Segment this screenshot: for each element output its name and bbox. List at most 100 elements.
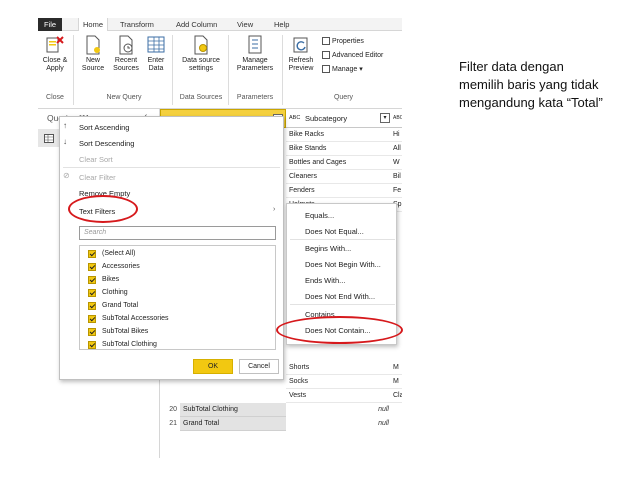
checkbox[interactable] [88, 263, 96, 271]
table-cell[interactable]: Cla [392, 389, 402, 403]
table-cell[interactable]: Bike Stands [286, 142, 392, 156]
checklist-item[interactable]: (Select All) [102, 250, 135, 257]
submenu-item-does-not-begin-with[interactable]: Does Not Begin With... [305, 260, 381, 269]
recent-sources-label: Recent Sources [113, 57, 139, 72]
table-cell[interactable]: Socks [286, 375, 392, 389]
refresh-icon [293, 37, 308, 53]
annotation-ellipse-text-filters [68, 195, 138, 223]
checkbox[interactable] [88, 341, 96, 349]
filter-dropdown-menu: ↑ Sort Ascending ↓ Sort Descending Clear… [59, 116, 284, 380]
sort-ascending-item[interactable]: Sort Ascending [79, 123, 129, 132]
checklist-item[interactable]: SubTotal Clothing [102, 341, 157, 348]
submenu-item-begins-with[interactable]: Begins With... [305, 244, 351, 253]
table-cell[interactable]: Fenders [286, 184, 392, 198]
checklist-item[interactable]: Clothing [102, 289, 128, 296]
enter-data-label: Enter Data [147, 57, 165, 72]
manage-label: Manage [332, 66, 358, 73]
menu-divider [290, 239, 395, 240]
checklist-item[interactable]: Grand Total [102, 302, 138, 309]
table-cell[interactable]: Fe [392, 184, 402, 198]
checkbox[interactable] [88, 276, 96, 284]
table-cell[interactable]: M [392, 361, 402, 375]
menu-divider [290, 304, 395, 305]
menu-transform[interactable]: Transform [120, 18, 154, 31]
manage-parameters-label: Manage Parameters [236, 57, 274, 72]
table-row[interactable]: 21 Grand Total null [160, 417, 402, 431]
refresh-preview-button[interactable]: Refresh Preview [285, 35, 317, 73]
table-cell[interactable]: Grand Total [180, 417, 286, 431]
advanced-editor-label: Advanced Editor [332, 51, 384, 59]
menu-help[interactable]: Help [274, 18, 289, 31]
group-data-sources-label: Data Sources [179, 94, 223, 101]
settings-icon [194, 35, 208, 55]
submenu-item-does-not-equal[interactable]: Does Not Equal... [305, 227, 364, 236]
instruction-note: Filter data dengan memilih baris yang ti… [459, 59, 603, 110]
query-item[interactable] [38, 129, 60, 147]
manage-parameters-button[interactable]: Manage Parameters [231, 35, 279, 73]
checkbox[interactable] [88, 302, 96, 310]
table-icon [44, 134, 54, 143]
checklist-item[interactable]: SubTotal Bikes [102, 328, 148, 335]
recent-sources-button[interactable]: Recent Sources [110, 35, 142, 73]
checkbox[interactable] [88, 289, 96, 297]
table-cell[interactable]: Hi [392, 128, 402, 142]
table-cell[interactable]: All [392, 142, 402, 156]
sort-ascending-icon: ↑ [63, 121, 67, 130]
table-cell[interactable]: Shorts [286, 361, 392, 375]
close-apply-label: Close & Apply [42, 57, 68, 72]
properties-icon [322, 37, 330, 45]
table-cell[interactable]: SubTotal Clothing [180, 403, 286, 417]
value-checklist: (Select All) Accessories Bikes Clothing … [79, 245, 276, 350]
group-new-query-label: New Query [106, 94, 142, 101]
table-row[interactable]: 20 SubTotal Clothing null [160, 403, 402, 417]
checkbox[interactable] [88, 315, 96, 323]
data-source-settings-button[interactable]: Data source settings [177, 35, 225, 73]
table-cell[interactable]: M [392, 375, 402, 389]
checklist-item[interactable]: Accessories [102, 263, 140, 270]
checkbox[interactable] [88, 328, 96, 336]
manage-icon [322, 65, 330, 74]
checklist-item[interactable]: Bikes [102, 276, 119, 283]
table-cell[interactable]: Bike Racks [286, 128, 392, 142]
menu-file[interactable]: File [38, 18, 62, 31]
ribbon: Close & Apply New Source Recent Sources … [38, 31, 402, 109]
menu-view[interactable]: View [237, 18, 253, 31]
advanced-editor-button[interactable]: Advanced Editor [322, 51, 383, 59]
clear-sort-item: Clear Sort [79, 155, 113, 164]
advanced-editor-icon [322, 51, 330, 59]
column-header-subcategory[interactable]: ABC Subcategory ▾ [286, 109, 392, 128]
table-cell[interactable]: Vests [286, 389, 392, 403]
menu-add-column[interactable]: Add Column [176, 18, 217, 31]
table-cell[interactable]: null [286, 403, 392, 417]
new-source-label: New Source [81, 57, 105, 72]
table-cell[interactable]: Cleaners [286, 170, 392, 184]
table-cell[interactable]: Bil [392, 170, 402, 184]
submenu-item-does-not-end-with[interactable]: Does Not End With... [305, 292, 375, 301]
parameters-icon [248, 35, 262, 54]
checklist-item[interactable]: SubTotal Accessories [102, 315, 169, 322]
enter-data-button[interactable]: Enter Data [144, 35, 168, 73]
column-header-third[interactable]: ABC [392, 109, 402, 128]
filter-dropdown-icon[interactable]: ▾ [380, 113, 390, 123]
recent-sources-icon [119, 35, 133, 55]
submenu-item-ends-with[interactable]: Ends With... [305, 276, 345, 285]
properties-button[interactable]: Properties [322, 37, 364, 45]
new-source-icon [86, 35, 100, 55]
clear-filter-icon: ⊘ [63, 171, 70, 180]
sort-descending-item[interactable]: Sort Descending [79, 139, 134, 148]
submenu-item-equals[interactable]: Equals... [305, 211, 334, 220]
table-cell[interactable]: null [286, 417, 392, 431]
subcategory-header-label: Subcategory [305, 114, 348, 123]
table-cell[interactable]: W [392, 156, 402, 170]
close-apply-button[interactable]: Close & Apply [40, 35, 70, 73]
new-source-button[interactable]: New Source [78, 35, 108, 73]
manage-button[interactable]: Manage ▾ [322, 65, 363, 74]
search-input[interactable]: Search [79, 226, 276, 240]
table-cell[interactable]: Bottles and Cages [286, 156, 392, 170]
menu-home[interactable]: Home [78, 18, 108, 32]
properties-label: Properties [332, 37, 364, 45]
menu-divider [63, 167, 280, 168]
ok-button[interactable]: OK [193, 359, 233, 374]
checkbox[interactable] [88, 250, 96, 258]
cancel-button[interactable]: Cancel [239, 359, 279, 374]
